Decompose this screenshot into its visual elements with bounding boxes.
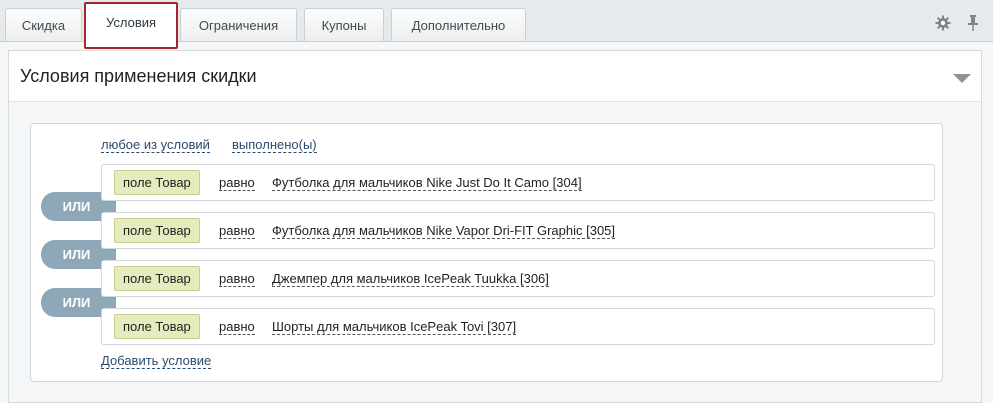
condition-operator[interactable]: равно [219,271,255,287]
condition-value[interactable]: Футболка для мальчиков Nike Just Do It C… [272,175,582,191]
condition-row: поле Товар равно Джемпер для мальчиков I… [101,260,935,297]
condition-value[interactable]: Джемпер для мальчиков IcePeak Tuukka [30… [272,271,549,287]
condition-row: поле Товар равно Футболка для мальчиков … [101,164,935,201]
tab-additional[interactable]: Дополнительно [391,8,526,41]
tab-label: Условия [105,15,157,30]
tab-label: Ограничения [198,17,279,33]
tab-content: Условия применения скидки любое из услов… [0,41,993,403]
aggregator-selector[interactable]: любое из условий [101,137,210,153]
tab-restrictions[interactable]: Ограничения [180,8,297,41]
gear-icon[interactable] [935,15,951,36]
condition-field-button[interactable]: поле Товар [114,266,200,291]
tab-label: Дополнительно [411,17,506,33]
tab-bar: Скидка Условия Ограничения Купоны Дополн… [0,0,993,49]
state-selector[interactable]: выполнено(ы) [232,137,317,153]
condition-field-button[interactable]: поле Товар [114,170,200,195]
condition-row: поле Товар равно Футболка для мальчиков … [101,212,935,249]
tab-tools [935,14,979,37]
collapse-triangle-icon[interactable] [953,71,971,89]
conditions-section: Условия применения скидки любое из услов… [8,50,982,403]
condition-operator[interactable]: равно [219,223,255,239]
or-label: ИЛИ [62,247,91,262]
section-header[interactable]: Условия применения скидки [9,51,981,102]
section-body: любое из условий выполнено(ы) ИЛИ ИЛИ ИЛ… [9,102,981,402]
tab-label: Купоны [321,17,367,33]
tab-coupons[interactable]: Купоны [304,8,384,41]
pin-icon[interactable] [967,14,979,37]
condition-operator[interactable]: равно [219,175,255,191]
condition-field-button[interactable]: поле Товар [114,314,200,339]
or-label: ИЛИ [62,295,91,310]
section-title: Условия применения скидки [20,66,257,86]
condition-value[interactable]: Футболка для мальчиков Nike Vapor Dri-FI… [272,223,616,239]
condition-field-button[interactable]: поле Товар [114,218,200,243]
condition-value[interactable]: Шорты для мальчиков IcePeak Tovi [307] [272,319,517,335]
condition-operator[interactable]: равно [219,319,255,335]
tab-label: Скидка [21,17,66,33]
tab-discount[interactable]: Скидка [5,8,82,41]
tab-conditions[interactable]: Условия [84,2,178,49]
condition-row: поле Товар равно Шорты для мальчиков Ice… [101,308,935,345]
condition-group: любое из условий выполнено(ы) ИЛИ ИЛИ ИЛ… [30,123,943,382]
add-condition-link[interactable]: Добавить условие [101,353,212,369]
or-label: ИЛИ [62,199,91,214]
